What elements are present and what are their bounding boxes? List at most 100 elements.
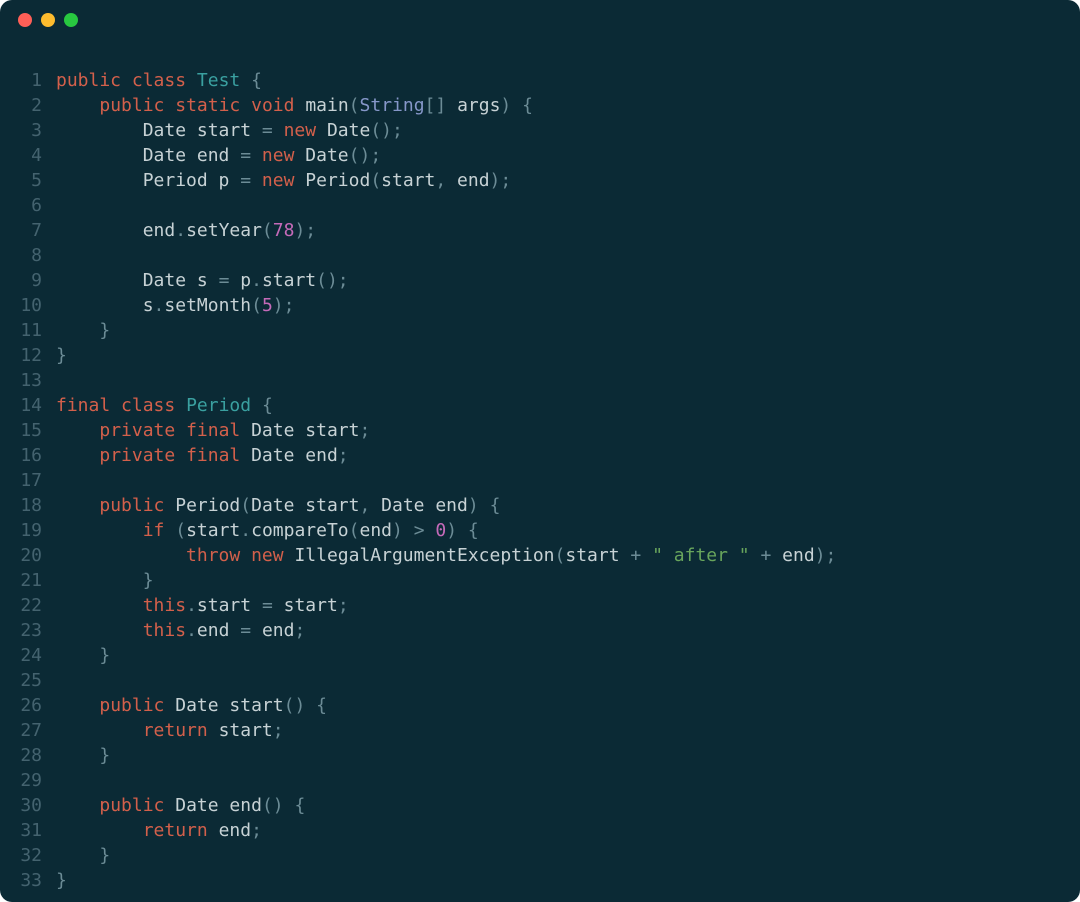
code-content[interactable]: s.setMonth(5); bbox=[56, 293, 1060, 318]
code-line[interactable]: 28 } bbox=[20, 743, 1060, 768]
code-line[interactable]: 26 public Date start() { bbox=[20, 693, 1060, 718]
code-line[interactable]: 10 s.setMonth(5); bbox=[20, 293, 1060, 318]
code-line[interactable]: 19 if (start.compareTo(end) > 0) { bbox=[20, 518, 1060, 543]
code-content[interactable]: public class Test { bbox=[56, 68, 1060, 93]
maximize-icon[interactable] bbox=[64, 13, 78, 27]
code-line[interactable]: 18 public Period(Date start, Date end) { bbox=[20, 493, 1060, 518]
code-content[interactable]: if (start.compareTo(end) > 0) { bbox=[56, 518, 1060, 543]
titlebar bbox=[0, 0, 1080, 40]
token-punct: } bbox=[143, 570, 154, 591]
code-line[interactable]: 33} bbox=[20, 868, 1060, 893]
code-line[interactable]: 21 } bbox=[20, 568, 1060, 593]
code-content[interactable] bbox=[56, 368, 1060, 393]
code-line[interactable]: 2 public static void main(String[] args)… bbox=[20, 93, 1060, 118]
token-punct: ); bbox=[273, 295, 295, 316]
token-plain: start bbox=[565, 545, 630, 566]
code-line[interactable]: 7 end.setYear(78); bbox=[20, 218, 1060, 243]
code-content[interactable]: } bbox=[56, 743, 1060, 768]
code-line[interactable]: 5 Period p = new Period(start, end); bbox=[20, 168, 1060, 193]
code-line[interactable]: 22 this.start = start; bbox=[20, 593, 1060, 618]
code-content[interactable] bbox=[56, 468, 1060, 493]
code-line[interactable]: 15 private final Date start; bbox=[20, 418, 1060, 443]
code-editor[interactable]: 1public class Test {2 public static void… bbox=[0, 40, 1080, 902]
token-punct: } bbox=[99, 320, 110, 341]
code-line[interactable]: 24 } bbox=[20, 643, 1060, 668]
code-content[interactable]: public Date end() { bbox=[56, 793, 1060, 818]
code-content[interactable]: end.setYear(78); bbox=[56, 218, 1060, 243]
token-plain bbox=[56, 570, 143, 591]
code-content[interactable]: private final Date end; bbox=[56, 443, 1060, 468]
code-line[interactable]: 14final class Period { bbox=[20, 393, 1060, 418]
code-content[interactable]: Period p = new Period(start, end); bbox=[56, 168, 1060, 193]
code-line[interactable]: 12} bbox=[20, 343, 1060, 368]
code-content[interactable]: this.start = start; bbox=[56, 593, 1060, 618]
token-plain: Date s bbox=[56, 270, 219, 291]
token-plain: end bbox=[446, 170, 489, 191]
code-content[interactable]: return start; bbox=[56, 718, 1060, 743]
close-icon[interactable] bbox=[18, 13, 32, 27]
code-line[interactable]: 8 bbox=[20, 243, 1060, 268]
code-line[interactable]: 32 } bbox=[20, 843, 1060, 868]
code-line[interactable]: 6 bbox=[20, 193, 1060, 218]
token-plain bbox=[56, 95, 99, 116]
code-line[interactable]: 30 public Date end() { bbox=[20, 793, 1060, 818]
code-content[interactable]: } bbox=[56, 843, 1060, 868]
code-content[interactable]: Date start = new Date(); bbox=[56, 118, 1060, 143]
code-content[interactable]: public Period(Date start, Date end) { bbox=[56, 493, 1060, 518]
token-kw: new bbox=[262, 145, 295, 166]
code-content[interactable]: public Date start() { bbox=[56, 693, 1060, 718]
token-punct: [] bbox=[425, 95, 447, 116]
code-line[interactable]: 27 return start; bbox=[20, 718, 1060, 743]
token-kw: public bbox=[99, 95, 164, 116]
code-line[interactable]: 29 bbox=[20, 768, 1060, 793]
code-content[interactable]: } bbox=[56, 318, 1060, 343]
code-content[interactable]: private final Date start; bbox=[56, 418, 1060, 443]
code-line[interactable]: 1public class Test { bbox=[20, 68, 1060, 93]
code-content[interactable]: Date s = p.start(); bbox=[56, 268, 1060, 293]
code-line[interactable]: 3 Date start = new Date(); bbox=[20, 118, 1060, 143]
code-line[interactable]: 25 bbox=[20, 668, 1060, 693]
token-plain bbox=[164, 495, 175, 516]
code-line[interactable]: 31 return end; bbox=[20, 818, 1060, 843]
code-content[interactable]: this.end = end; bbox=[56, 618, 1060, 643]
code-line[interactable]: 17 bbox=[20, 468, 1060, 493]
code-content[interactable]: } bbox=[56, 343, 1060, 368]
token-punct: { bbox=[522, 95, 533, 116]
token-plain: start bbox=[273, 595, 338, 616]
code-content[interactable]: } bbox=[56, 868, 1060, 893]
code-content[interactable] bbox=[56, 193, 1060, 218]
code-content[interactable] bbox=[56, 668, 1060, 693]
line-number: 21 bbox=[20, 568, 56, 593]
code-content[interactable]: public static void main(String[] args) { bbox=[56, 93, 1060, 118]
code-content[interactable]: } bbox=[56, 568, 1060, 593]
token-kw: static bbox=[175, 95, 240, 116]
token-plain bbox=[294, 170, 305, 191]
token-punct: . bbox=[186, 620, 197, 641]
code-content[interactable] bbox=[56, 768, 1060, 793]
line-number: 17 bbox=[20, 468, 56, 493]
token-kw: this bbox=[143, 620, 186, 641]
token-func: Period bbox=[175, 495, 240, 516]
code-line[interactable]: 9 Date s = p.start(); bbox=[20, 268, 1060, 293]
code-line[interactable]: 23 this.end = end; bbox=[20, 618, 1060, 643]
token-plain bbox=[56, 645, 99, 666]
code-line[interactable]: 11 } bbox=[20, 318, 1060, 343]
token-punct: . bbox=[154, 295, 165, 316]
code-line[interactable]: 4 Date end = new Date(); bbox=[20, 143, 1060, 168]
code-line[interactable]: 20 throw new IllegalArgumentException(st… bbox=[20, 543, 1060, 568]
code-line[interactable]: 13 bbox=[20, 368, 1060, 393]
code-content[interactable]: return end; bbox=[56, 818, 1060, 843]
token-plain bbox=[175, 445, 186, 466]
code-content[interactable]: } bbox=[56, 643, 1060, 668]
code-content[interactable]: Date end = new Date(); bbox=[56, 143, 1060, 168]
code-content[interactable]: final class Period { bbox=[56, 393, 1060, 418]
code-line[interactable]: 16 private final Date end; bbox=[20, 443, 1060, 468]
token-plain: start bbox=[186, 520, 240, 541]
token-plain bbox=[479, 495, 490, 516]
token-func: start bbox=[229, 695, 283, 716]
token-kw: public bbox=[99, 495, 164, 516]
code-content[interactable]: throw new IllegalArgumentException(start… bbox=[56, 543, 1060, 568]
minimize-icon[interactable] bbox=[41, 13, 55, 27]
code-content[interactable] bbox=[56, 243, 1060, 268]
line-number: 6 bbox=[20, 193, 56, 218]
